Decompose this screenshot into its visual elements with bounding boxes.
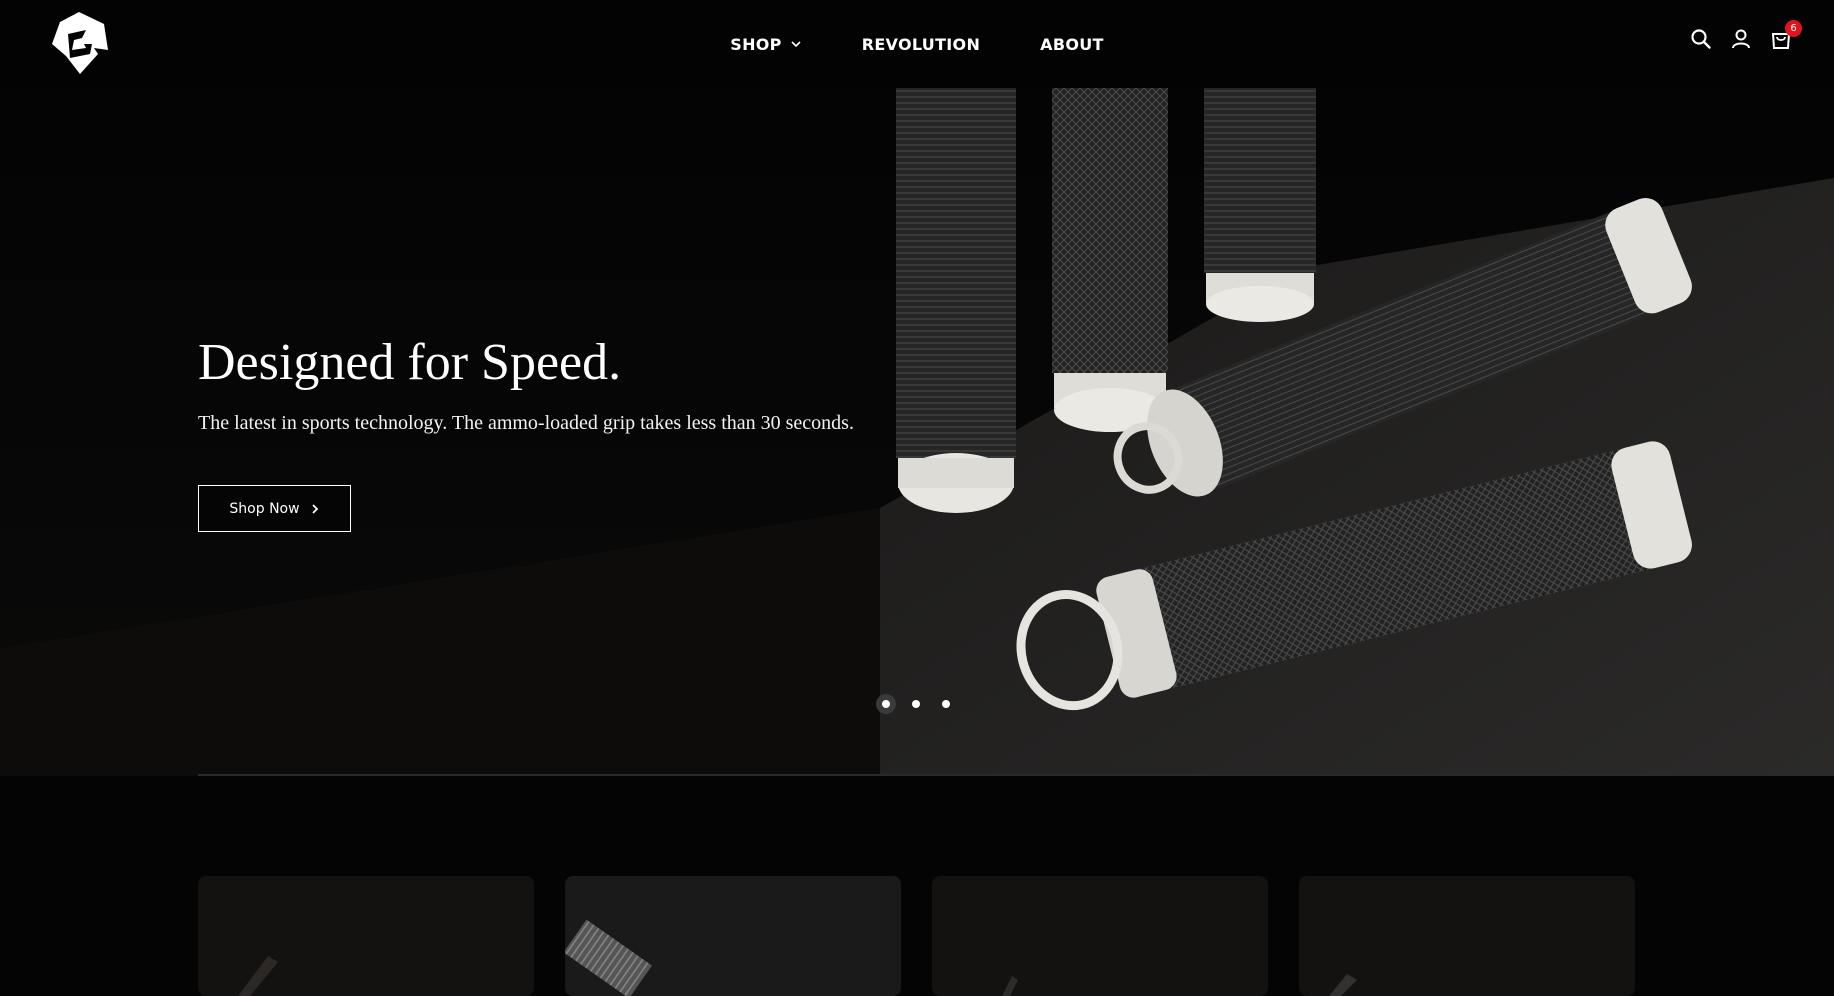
nav-shop[interactable]: SHOP: [700, 35, 831, 54]
shop-now-label: Shop Now: [229, 500, 300, 517]
cart-icon[interactable]: 6: [1770, 20, 1802, 50]
shop-now-button[interactable]: Shop Now: [198, 485, 351, 532]
product-thumbnail: [1329, 974, 1357, 996]
product-card[interactable]: [1299, 876, 1635, 996]
chevron-right-icon: [311, 503, 318, 514]
product-grid: [198, 876, 1635, 996]
product-card[interactable]: [565, 876, 901, 996]
account-icon[interactable]: [1730, 28, 1752, 50]
site-header: SHOP REVOLUTION ABOUT 6: [0, 0, 1834, 88]
nav-about[interactable]: ABOUT: [1010, 35, 1134, 54]
slide-dot-3[interactable]: [936, 694, 956, 714]
slide-dot-1[interactable]: [876, 694, 896, 714]
product-thumbnail: [1002, 976, 1018, 996]
search-icon[interactable]: [1690, 28, 1712, 50]
main-nav: SHOP REVOLUTION ABOUT: [0, 0, 1834, 88]
product-thumbnail: [238, 956, 278, 996]
nav-about-label: ABOUT: [1040, 34, 1104, 54]
cart-count-badge: 6: [1785, 20, 1802, 37]
nav-revolution-label: REVOLUTION: [861, 34, 981, 54]
nav-revolution[interactable]: REVOLUTION: [832, 35, 1010, 54]
slider-pagination: [876, 694, 956, 714]
header-actions: 6: [1690, 20, 1802, 50]
hero-divider: [198, 774, 1834, 776]
slide-dot-2[interactable]: [906, 694, 926, 714]
chevron-down-icon: [791, 41, 801, 48]
hero-slider: Designed for Speed. The latest in sports…: [0, 88, 1834, 776]
hero-subtitle: The latest in sports technology. The amm…: [198, 412, 854, 434]
hero-title: Designed for Speed.: [198, 334, 622, 391]
product-card[interactable]: [198, 876, 534, 996]
product-card[interactable]: [932, 876, 1268, 996]
nav-shop-label: SHOP: [730, 34, 782, 54]
product-thumbnail: [565, 919, 653, 996]
